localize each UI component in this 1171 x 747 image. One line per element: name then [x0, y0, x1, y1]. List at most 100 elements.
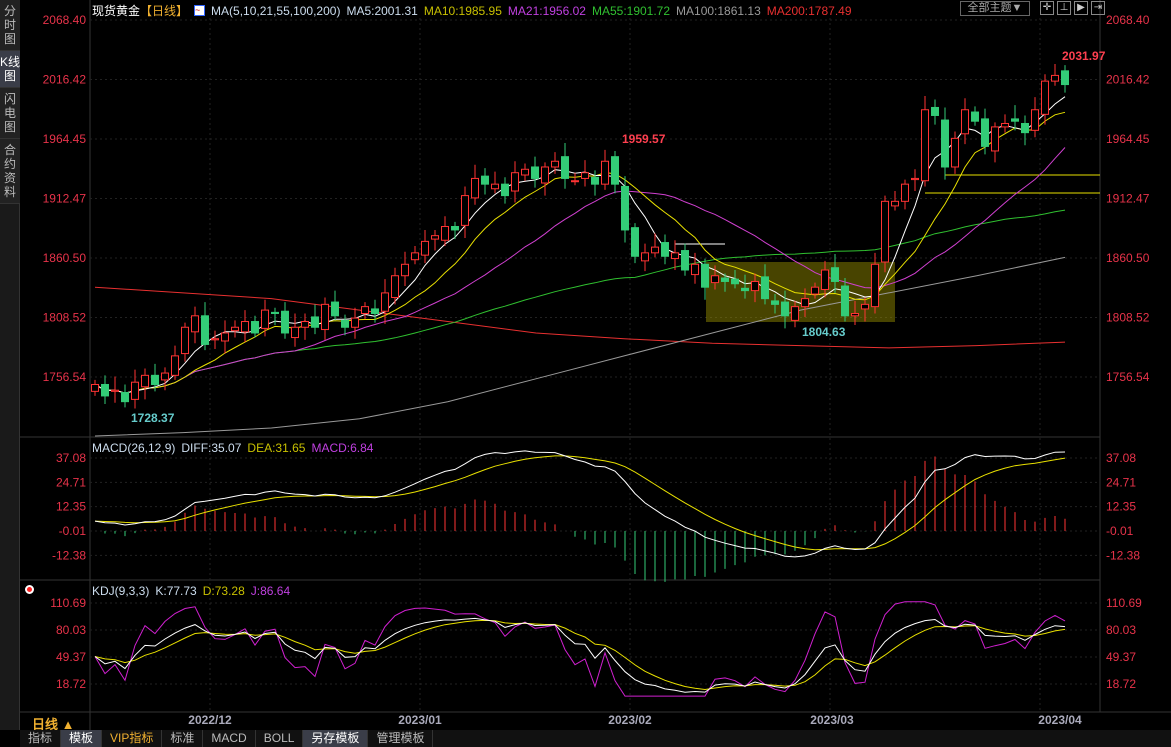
- price-tick-left: 1860.50: [43, 251, 87, 265]
- ma-chart-icon[interactable]: ~: [194, 5, 206, 16]
- candle-body: [931, 106, 939, 116]
- candle-body: [1051, 74, 1059, 82]
- macd-dea: DEA:31.65: [247, 441, 306, 455]
- kdj-tick-right: 49.37: [1106, 650, 1136, 664]
- candle-body: [151, 374, 159, 385]
- candle-body: [271, 311, 279, 315]
- candle-body: [991, 126, 999, 152]
- candle-body: [661, 242, 669, 257]
- kdj-k: K:77.73: [155, 584, 197, 598]
- candle-body: [741, 287, 749, 292]
- candle-body: [1011, 118, 1019, 122]
- candle-body: [591, 176, 599, 185]
- candle-body: [461, 195, 469, 226]
- candle-body: [331, 301, 339, 317]
- tab-macd[interactable]: MACD: [203, 730, 256, 747]
- candle-body: [561, 156, 569, 179]
- candle-body: [291, 326, 299, 339]
- play-icon[interactable]: ▶: [1074, 1, 1088, 15]
- ma5-value: MA5:2001.31: [346, 3, 418, 18]
- candle-body: [431, 235, 439, 240]
- candle-body: [181, 326, 189, 355]
- candle-body: [361, 306, 369, 315]
- candle-body: [551, 160, 559, 168]
- candle-body: [721, 277, 729, 282]
- kdj-j: J:86.64: [250, 584, 291, 598]
- candle-body: [871, 263, 879, 308]
- candle-body: [541, 166, 549, 184]
- candle-body: [841, 285, 849, 317]
- candle-body: [1021, 122, 1029, 134]
- tab-templates[interactable]: 模板: [61, 730, 103, 747]
- price-tick-right: 1756.54: [1106, 370, 1150, 384]
- candle-body: [441, 226, 449, 241]
- candle-body: [1061, 70, 1069, 86]
- candle-body: [161, 372, 169, 381]
- candle-body: [471, 177, 479, 199]
- macd-tick-left: -0.01: [59, 524, 87, 538]
- ma21-value: MA21:1956.02: [507, 3, 586, 18]
- price-tick-right: 1808.52: [1106, 310, 1150, 324]
- price-tick-left: 1964.45: [43, 132, 87, 146]
- theme-dropdown[interactable]: 全部主题▼: [960, 1, 1030, 16]
- candle-body: [421, 240, 429, 256]
- candle-body: [711, 275, 719, 284]
- chart-header: 现货黄金 【日线】 ~ MA(5,10,21,55,100,200) MA5:2…: [92, 2, 852, 19]
- candle-body: [861, 303, 869, 310]
- macd-tick-left: 12.35: [56, 500, 86, 514]
- low-annotation: 1804.63: [802, 325, 846, 339]
- tab-indicators[interactable]: 指标: [20, 730, 62, 747]
- date-tick: 2023/04: [1038, 713, 1082, 727]
- candle-body: [231, 326, 239, 332]
- price-tick-left: 1756.54: [43, 370, 87, 384]
- candle-body: [581, 172, 589, 179]
- price-tick-left: 1808.52: [43, 310, 87, 324]
- candle-body: [791, 306, 799, 321]
- candle-body: [261, 309, 269, 329]
- macd-diff: DIFF:35.07: [181, 441, 242, 455]
- tab-manage-templates[interactable]: 管理模板: [368, 730, 434, 747]
- ma55-value: MA55:1901.72: [591, 3, 671, 18]
- kdj-tick-left: 18.72: [56, 677, 86, 691]
- candle-body: [171, 355, 179, 376]
- tab-vip-indicators[interactable]: VIP指标: [102, 730, 163, 747]
- candle-body: [1041, 80, 1049, 115]
- tab-boll[interactable]: BOLL: [256, 730, 304, 747]
- crosshair-icon[interactable]: ✛: [1040, 1, 1054, 15]
- candle-body: [521, 168, 529, 176]
- exit-icon[interactable]: ⇥: [1091, 1, 1105, 15]
- ma-label: MA(5,10,21,55,100,200): [211, 3, 341, 18]
- macd-tick-right: 24.71: [1106, 475, 1136, 489]
- period-tag: 【日线】: [140, 4, 189, 18]
- candle-body: [831, 267, 839, 282]
- candle-body: [731, 278, 739, 285]
- tab-standard[interactable]: 标准: [162, 730, 204, 747]
- candle-body: [621, 185, 629, 231]
- candle-body: [301, 321, 309, 328]
- price-tick-left: 2016.42: [43, 73, 87, 87]
- macd-tick-right: 37.08: [1106, 451, 1136, 465]
- ma10-value: MA10:1985.95: [423, 3, 502, 18]
- macd-value: MACD:6.84: [311, 441, 374, 455]
- price-tick-right: 2016.42: [1106, 73, 1150, 87]
- candle-body: [481, 175, 489, 185]
- candle-body: [771, 300, 779, 305]
- candle-body: [891, 200, 899, 207]
- candle-body: [631, 227, 639, 257]
- candle-body: [851, 313, 859, 317]
- kline-chart[interactable]: 2068.40 2068.40 2016.42 2016.42 1964.45 1964.…: [0, 0, 1171, 730]
- candle-body: [751, 280, 759, 292]
- symbol-name: 现货黄金: [92, 4, 141, 18]
- candle-body: [911, 177, 919, 181]
- kdj-d: D:73.28: [202, 584, 245, 598]
- candle-body: [921, 109, 929, 182]
- price-tick-right: 2068.40: [1106, 13, 1150, 27]
- candle-body: [371, 308, 379, 315]
- tab-save-template[interactable]: 另存模板: [303, 730, 369, 747]
- candle-body: [401, 263, 409, 277]
- zoom-range-icon[interactable]: ⊥: [1057, 1, 1071, 15]
- kdj-settings-icon[interactable]: [25, 585, 34, 594]
- high-annotation: 1959.57: [622, 132, 666, 146]
- candle-body: [191, 315, 199, 333]
- candle-body: [311, 316, 319, 328]
